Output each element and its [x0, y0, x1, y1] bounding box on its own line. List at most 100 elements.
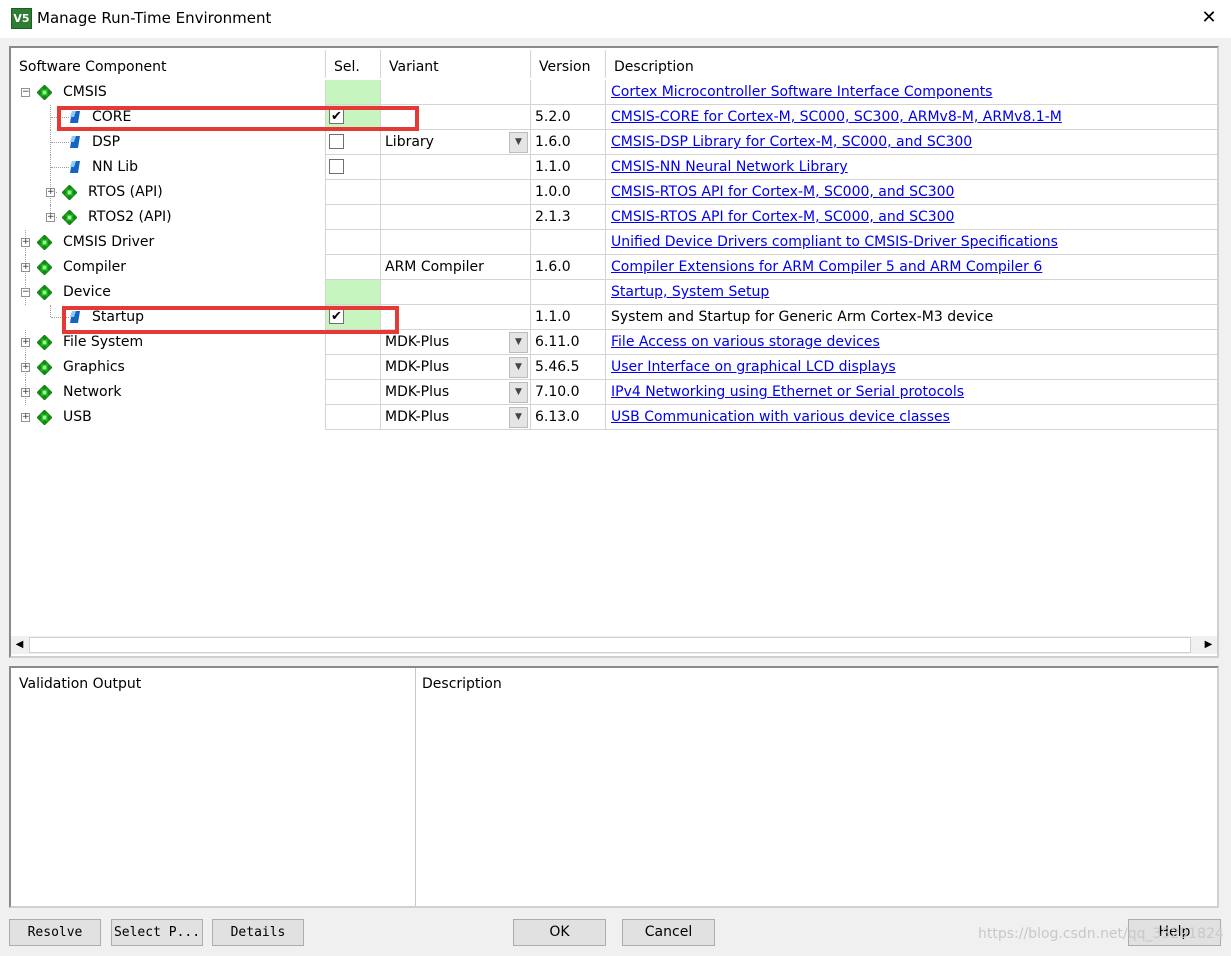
- validation-panel: Validation Output Description: [9, 666, 1219, 908]
- sel-cell[interactable]: [325, 355, 380, 380]
- version-cell: [530, 80, 605, 105]
- component-name: CMSIS Driver: [63, 234, 155, 250]
- variant-cell: [380, 80, 530, 105]
- variant-value: ARM Compiler: [385, 259, 484, 275]
- component-name: RTOS2 (API): [88, 209, 172, 225]
- description-cell: CMSIS-RTOS API for Cortex-M, SC000, and …: [605, 180, 1217, 205]
- description-link[interactable]: Compiler Extensions for ARM Compiler 5 a…: [611, 259, 1042, 275]
- table-row[interactable]: + RTOS (API) 1.0.0 CMSIS-RTOS API for Corte…: [11, 180, 1217, 205]
- table-row[interactable]: − Device Startup, System Setup: [11, 280, 1217, 305]
- chevron-down-icon[interactable]: ▼: [509, 332, 528, 353]
- table-row[interactable]: NN Lib 1.1.0 CMSIS-NN Neural Network Libra…: [11, 155, 1217, 180]
- table-row[interactable]: − CMSIS Cortex Microcontroller Software In…: [11, 80, 1217, 105]
- chevron-down-icon[interactable]: ▼: [509, 407, 528, 428]
- description-link[interactable]: CMSIS-DSP Library for Cortex-M, SC000, a…: [611, 134, 972, 150]
- description-link[interactable]: CMSIS-CORE for Cortex-M, SC000, SC300, A…: [611, 109, 1062, 125]
- select-packs-button[interactable]: Select P...: [111, 919, 203, 946]
- ok-button[interactable]: OK: [513, 919, 606, 946]
- version-cell: 1.6.0: [530, 130, 605, 155]
- title-bar: V5 Manage Run-Time Environment ✕: [0, 0, 1231, 38]
- version-cell: 1.6.0: [530, 255, 605, 280]
- chevron-down-icon[interactable]: ▼: [509, 357, 528, 378]
- expand-icon[interactable]: +: [46, 213, 55, 222]
- description-link[interactable]: CMSIS-NN Neural Network Library: [611, 159, 848, 175]
- variant-value: Library: [385, 134, 434, 150]
- version-value: 7.10.0: [535, 384, 580, 400]
- resolve-button[interactable]: Resolve: [9, 919, 101, 946]
- table-row[interactable]: + RTOS2 (API) 2.1.3 CMSIS-RTOS API for Cort…: [11, 205, 1217, 230]
- collapse-icon[interactable]: −: [21, 288, 30, 297]
- close-icon[interactable]: ✕: [1197, 6, 1221, 30]
- table-row[interactable]: + Graphics MDK-Plus ▼ 5.46.5 User Interface o…: [11, 355, 1217, 380]
- sel-cell[interactable]: [325, 405, 380, 430]
- description-link[interactable]: IPv4 Networking using Ethernet or Serial…: [611, 384, 964, 400]
- table-row[interactable]: + USB MDK-Plus ▼ 6.13.0 USB Communication wit…: [11, 405, 1217, 430]
- table-row[interactable]: + Compiler ARM Compiler 1.6.0 Compiler Exten…: [11, 255, 1217, 280]
- green-diamond-icon: [37, 260, 52, 275]
- description-link[interactable]: Unified Device Drivers compliant to CMSI…: [611, 234, 1058, 250]
- description-link[interactable]: User Interface on graphical LCD displays: [611, 359, 896, 375]
- tree-guide: [51, 167, 69, 169]
- sel-cell[interactable]: [325, 80, 380, 105]
- chevron-down-icon[interactable]: ▼: [509, 382, 528, 403]
- sel-cell[interactable]: [325, 230, 380, 255]
- table-row[interactable]: + Network MDK-Plus ▼ 7.10.0 IPv4 Networking u…: [11, 380, 1217, 405]
- header-software-component[interactable]: Software Component: [11, 48, 326, 78]
- description-cell: File Access on various storage devices: [605, 330, 1217, 355]
- scroll-left-icon[interactable]: ◀: [11, 636, 28, 654]
- variant-cell[interactable]: Library ▼: [380, 130, 530, 155]
- sel-cell[interactable]: [325, 180, 380, 205]
- sel-cell[interactable]: [325, 205, 380, 230]
- component-name: NN Lib: [92, 159, 138, 175]
- header-version[interactable]: Version: [531, 48, 606, 78]
- expand-icon[interactable]: +: [46, 188, 55, 197]
- header-description[interactable]: Description: [606, 48, 1206, 78]
- sel-cell[interactable]: [325, 255, 380, 280]
- component-grid: Software Component Sel. Variant Version …: [9, 46, 1219, 658]
- select-checkbox[interactable]: [329, 134, 344, 149]
- variant-cell[interactable]: MDK-Plus ▼: [380, 330, 530, 355]
- variant-cell[interactable]: MDK-Plus ▼: [380, 355, 530, 380]
- variant-cell[interactable]: ARM Compiler: [380, 255, 530, 280]
- green-diamond-icon: [37, 360, 52, 375]
- description-link[interactable]: Startup, System Setup: [611, 284, 769, 300]
- header-sel[interactable]: Sel.: [326, 48, 381, 78]
- table-row[interactable]: DSP Library ▼ 1.6.0 CMSIS-DSP Library for Co…: [11, 130, 1217, 155]
- expand-icon[interactable]: +: [21, 363, 30, 372]
- sel-cell[interactable]: [325, 380, 380, 405]
- table-row[interactable]: + CMSIS Driver Unified Device Drivers comp…: [11, 230, 1217, 255]
- version-cell: [530, 230, 605, 255]
- blue-flag-icon: [70, 161, 80, 173]
- expand-icon[interactable]: +: [21, 338, 30, 347]
- scroll-right-icon[interactable]: ▶: [1200, 636, 1217, 654]
- collapse-icon[interactable]: −: [21, 88, 30, 97]
- chevron-down-icon[interactable]: ▼: [509, 132, 528, 153]
- description-cell: USB Communication with various device cl…: [605, 405, 1217, 430]
- description-link[interactable]: File Access on various storage devices: [611, 334, 880, 350]
- variant-cell[interactable]: MDK-Plus ▼: [380, 380, 530, 405]
- horizontal-scrollbar[interactable]: ◀ ▶: [11, 636, 1217, 654]
- expand-icon[interactable]: +: [21, 413, 30, 422]
- header-variant[interactable]: Variant: [381, 48, 531, 78]
- description-link[interactable]: Cortex Microcontroller Software Interfac…: [611, 84, 992, 100]
- sel-cell[interactable]: [325, 155, 380, 180]
- sel-cell[interactable]: [325, 280, 380, 305]
- cancel-button[interactable]: Cancel: [622, 919, 715, 946]
- description-cell: System and Startup for Generic Arm Corte…: [605, 305, 1217, 330]
- scroll-thumb[interactable]: [29, 637, 1191, 653]
- description-link[interactable]: CMSIS-RTOS API for Cortex-M, SC000, and …: [611, 209, 954, 225]
- details-button[interactable]: Details: [212, 919, 304, 946]
- green-diamond-icon: [37, 385, 52, 400]
- validation-output-header: Validation Output: [19, 676, 142, 692]
- sel-cell[interactable]: [325, 130, 380, 155]
- expand-icon[interactable]: +: [21, 238, 30, 247]
- description-link[interactable]: USB Communication with various device cl…: [611, 409, 950, 425]
- green-diamond-icon: [62, 185, 77, 200]
- description-cell: CMSIS-CORE for Cortex-M, SC000, SC300, A…: [605, 105, 1217, 130]
- variant-cell[interactable]: MDK-Plus ▼: [380, 405, 530, 430]
- validation-description-header: Description: [422, 676, 502, 692]
- select-checkbox[interactable]: [329, 159, 344, 174]
- expand-icon[interactable]: +: [21, 388, 30, 397]
- expand-icon[interactable]: +: [21, 263, 30, 272]
- description-link[interactable]: CMSIS-RTOS API for Cortex-M, SC000, and …: [611, 184, 954, 200]
